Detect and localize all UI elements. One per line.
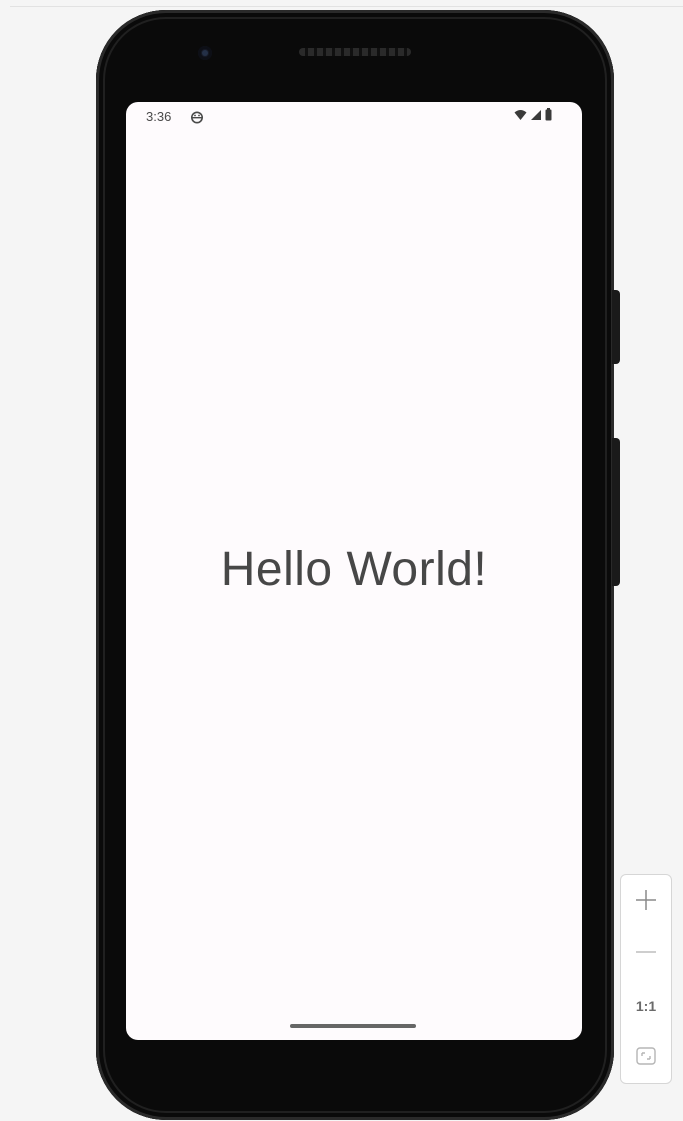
hello-world-text: Hello World!: [220, 543, 488, 596]
gesture-nav-bar[interactable]: [290, 1024, 416, 1028]
top-divider: [10, 6, 683, 7]
android-head-icon: [190, 110, 204, 124]
status-icons: [514, 108, 552, 126]
zoom-in-button[interactable]: [621, 879, 671, 925]
volume-rocker: [612, 438, 620, 586]
zoom-out-button[interactable]: [621, 931, 671, 977]
device-preview-canvas: 3:36 Hello World! 1:1: [0, 0, 683, 1121]
wifi-icon: [514, 108, 527, 126]
phone-screen[interactable]: 3:36 Hello World!: [126, 102, 582, 1040]
front-camera: [198, 46, 212, 60]
power-button: [612, 290, 620, 364]
status-time: 3:36: [146, 109, 172, 124]
plus-icon: [634, 888, 658, 917]
fit-screen-icon: [635, 1045, 657, 1072]
minus-icon: [634, 940, 658, 969]
zoom-one-to-one-button[interactable]: 1:1: [621, 983, 671, 1029]
status-bar: 3:36: [126, 102, 582, 132]
battery-icon: [545, 108, 552, 126]
zoom-fit-button[interactable]: [621, 1035, 671, 1081]
earpiece-speaker: [299, 48, 411, 56]
zoom-controls: 1:1: [620, 874, 672, 1084]
cell-signal-icon: [530, 108, 542, 126]
phone-frame: 3:36 Hello World!: [96, 10, 620, 1120]
